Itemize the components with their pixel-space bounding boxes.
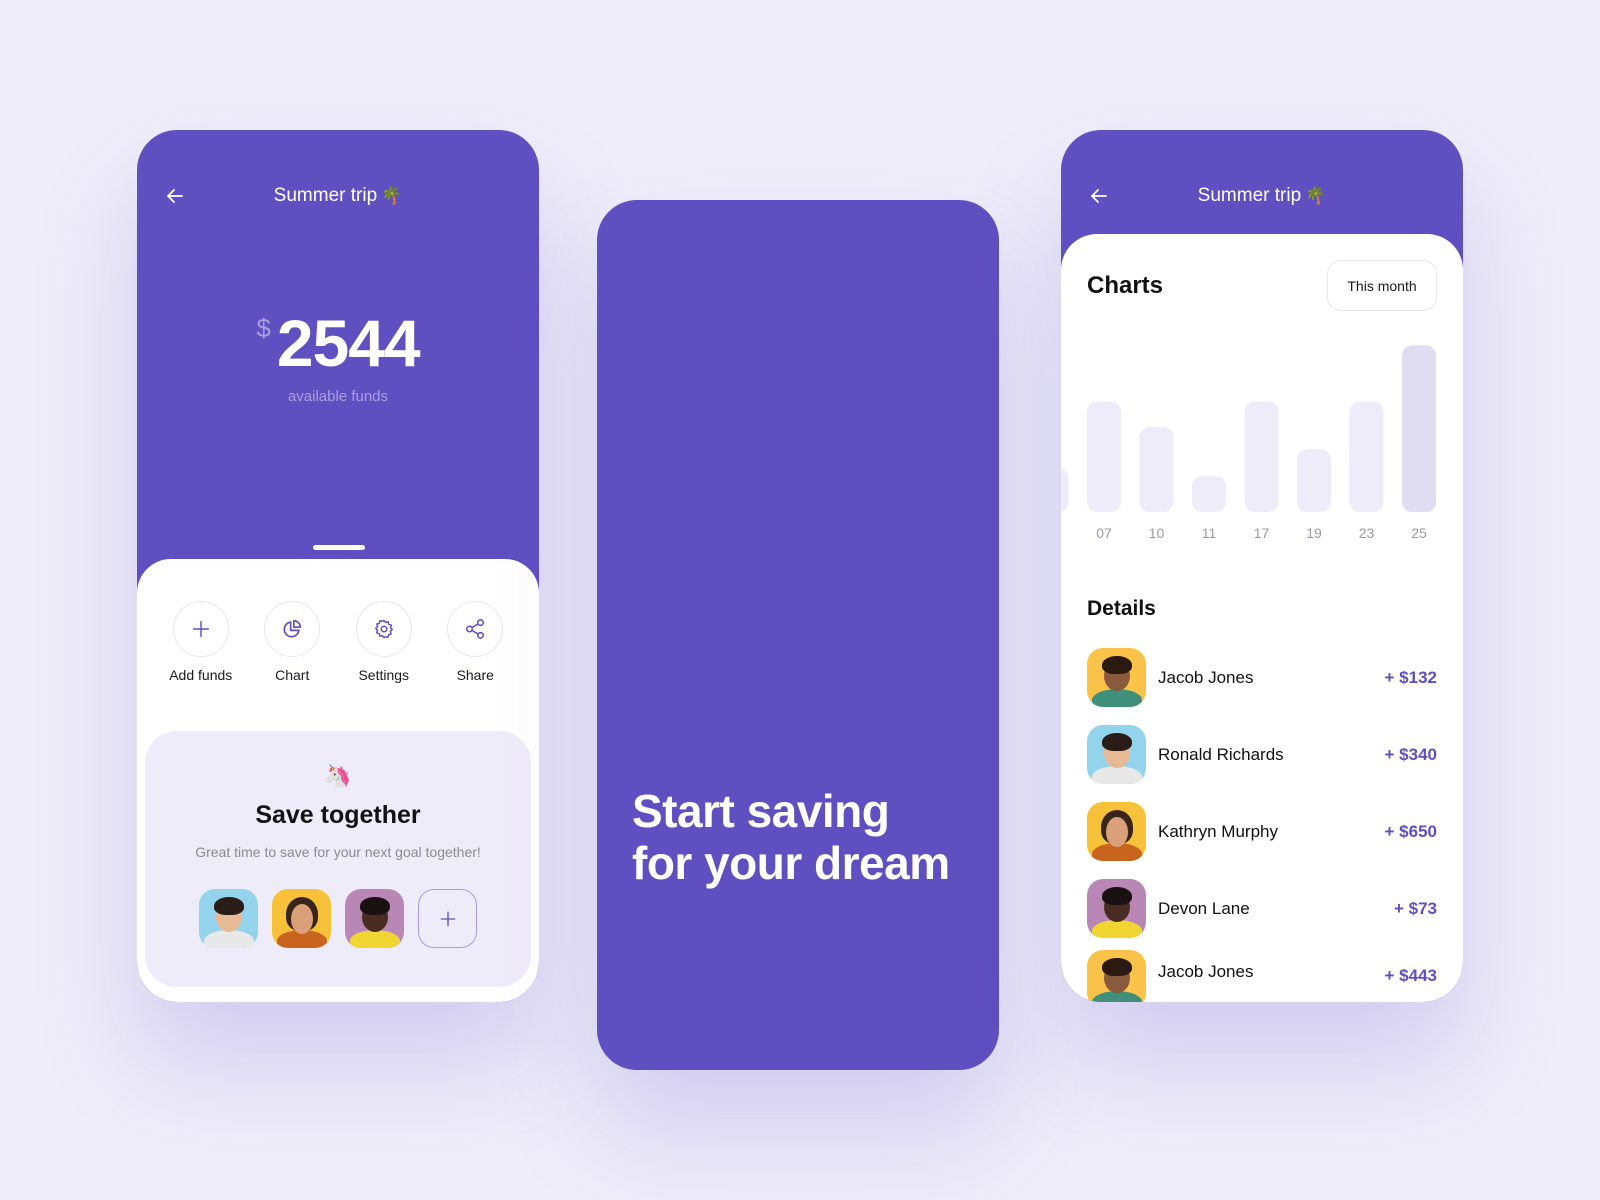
contributor-name: Ronald Richards [1158, 744, 1284, 764]
plus-icon [192, 620, 209, 638]
savings-goal-screen: Summer trip 🌴 $ 2544 available funds Add… [137, 130, 539, 1002]
member-avatars [145, 889, 531, 948]
currency-symbol: $ [256, 313, 271, 343]
chart-bar-partial [1061, 468, 1069, 512]
savings-bar-chart: 07 10 11 17 19 23 25 [1061, 345, 1436, 541]
arrow-left-icon[interactable] [163, 184, 187, 208]
contributor-name: Jacob Jones [1158, 962, 1254, 981]
chart-bar-11[interactable] [1192, 476, 1226, 512]
contributor-name: Devon Lane [1158, 898, 1250, 918]
balance-label: available funds [287, 388, 389, 405]
x-tick-label: 10 [1149, 525, 1165, 541]
contribution-amount: + $443 [1384, 966, 1437, 985]
charts-screen: Summer trip 🌴 Charts This month 07 10 11 17… [1061, 130, 1463, 1002]
unicorn-icon: 🦄 [324, 763, 352, 788]
list-item[interactable]: Devon Lane + $73 [1087, 879, 1437, 938]
list-item[interactable]: Ronald Richards + $340 [1087, 725, 1437, 784]
palm-tree-icon: 🌴 [381, 186, 403, 205]
top-bar: Summer trip 🌴 [137, 178, 539, 214]
avatar [1087, 950, 1146, 1002]
add-member-button[interactable] [418, 889, 477, 948]
contributor-name: Kathryn Murphy [1158, 821, 1278, 841]
avatar [1087, 802, 1146, 861]
action-label: Share [456, 667, 494, 683]
action-label: Add funds [169, 667, 233, 683]
action-label: Chart [275, 667, 310, 683]
share-button[interactable]: Share [435, 601, 515, 683]
pie-chart-icon [283, 619, 302, 638]
balance-amount: 2544 [276, 306, 421, 380]
onboarding-headline: Start saving for your dream [632, 785, 950, 889]
x-tick-label: 11 [1202, 525, 1217, 541]
chart-bar-23[interactable] [1349, 401, 1384, 513]
avatar[interactable] [199, 889, 258, 948]
settings-button[interactable]: Settings [344, 601, 424, 683]
avatar [1087, 879, 1146, 938]
gear-icon [374, 619, 393, 639]
plus-icon [440, 911, 455, 926]
bottom-sheet: Add funds Chart Settings Share 🦄 Save to… [137, 559, 539, 1002]
chart-button[interactable]: Chart [252, 601, 332, 683]
screen-title: Summer trip [1197, 185, 1302, 206]
chart-bar-07[interactable] [1087, 401, 1121, 513]
x-tick-label: 19 [1306, 525, 1322, 541]
promo-subtitle: Great time to save for your next goal to… [195, 844, 481, 860]
sheet-drag-handle[interactable] [313, 545, 365, 550]
chart-bar-19[interactable] [1297, 449, 1331, 512]
onboarding-screen: Start saving for your dream [597, 200, 999, 1070]
chart-bar-10[interactable] [1139, 427, 1174, 512]
balance: $ 2544 [137, 305, 539, 381]
screen-title: Summer trip [273, 185, 378, 206]
details-heading: Details [1087, 597, 1156, 620]
share-icon [466, 619, 485, 639]
top-bar: Summer trip 🌴 [1061, 178, 1463, 214]
x-tick-label: 17 [1254, 525, 1270, 541]
quick-actions: Add funds Chart Settings Share [137, 601, 539, 683]
avatar[interactable] [272, 889, 331, 948]
contribution-amount: + $340 [1384, 744, 1437, 764]
avatar [1087, 648, 1146, 707]
x-tick-label: 25 [1411, 525, 1427, 541]
list-item[interactable]: Jacob Jones + $132 [1087, 648, 1437, 707]
avatar [1087, 725, 1146, 784]
avatar[interactable] [345, 889, 404, 948]
list-item[interactable]: Jacob Jones + $443 [1087, 950, 1437, 1002]
charts-heading: Charts [1087, 272, 1164, 299]
chart-bar-25[interactable] [1402, 345, 1436, 512]
contribution-amount: + $73 [1393, 898, 1437, 918]
period-selector-button[interactable]: This month [1327, 260, 1437, 311]
promo-title: Save together [255, 801, 421, 829]
contributor-name: Jacob Jones [1158, 667, 1254, 687]
save-together-card: 🦄 Save together Great time to save for y… [145, 731, 531, 987]
arrow-left-icon[interactable] [1087, 184, 1111, 208]
action-label: Settings [358, 667, 410, 683]
x-tick-label: 07 [1096, 525, 1112, 541]
details-list: Jacob Jones + $132 Ronald Richards + $34… [1087, 648, 1437, 1002]
add-funds-button[interactable]: Add funds [161, 601, 241, 683]
list-item[interactable]: Kathryn Murphy + $650 [1087, 802, 1437, 861]
palm-tree-icon: 🌴 [1305, 186, 1327, 205]
contribution-amount: + $650 [1384, 821, 1437, 841]
contribution-amount: + $132 [1384, 667, 1437, 687]
charts-panel: Charts This month 07 10 11 17 19 23 25 Details… [1061, 234, 1463, 1002]
x-tick-label: 23 [1359, 525, 1375, 541]
chart-bar-17[interactable] [1244, 401, 1279, 513]
